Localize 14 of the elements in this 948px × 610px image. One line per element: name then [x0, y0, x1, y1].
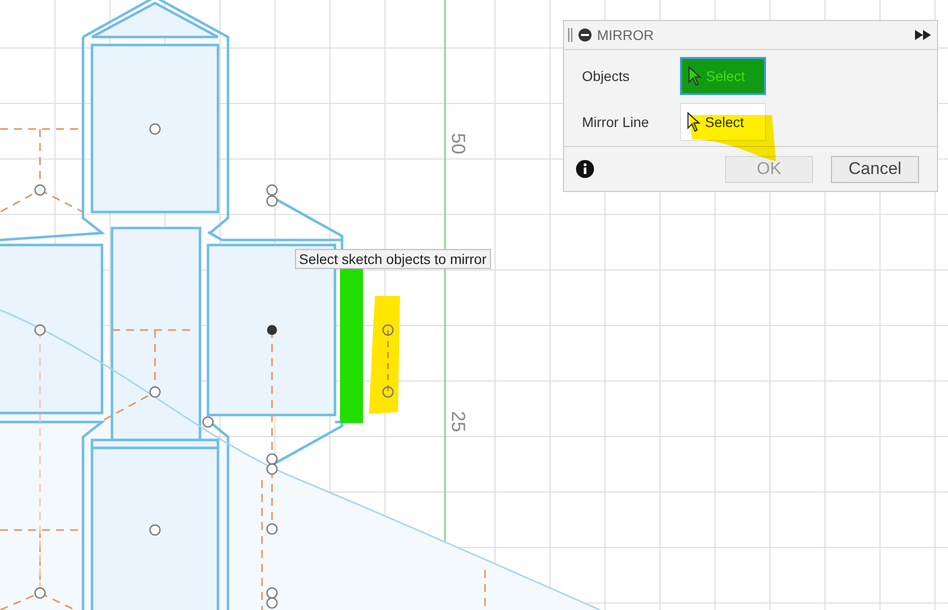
field-label: Objects — [581, 68, 630, 84]
cursor-icon — [688, 66, 702, 86]
cancel-button[interactable]: Cancel — [831, 156, 919, 182]
select-button[interactable]: Select — [680, 57, 766, 95]
tooltip: Select sketch objects to mirror — [295, 249, 491, 269]
minus-circle-icon[interactable] — [578, 28, 592, 42]
sketch-point[interactable] — [267, 325, 277, 335]
axis-label: 25 — [447, 411, 468, 432]
info-icon[interactable] — [576, 160, 594, 178]
dialog-title: MIRROR — [597, 27, 655, 43]
axis-label: 50 — [447, 133, 468, 154]
grip-icon[interactable] — [568, 28, 573, 42]
field-label: Mirror Line — [581, 114, 650, 130]
fast-forward-icon[interactable] — [915, 30, 931, 40]
